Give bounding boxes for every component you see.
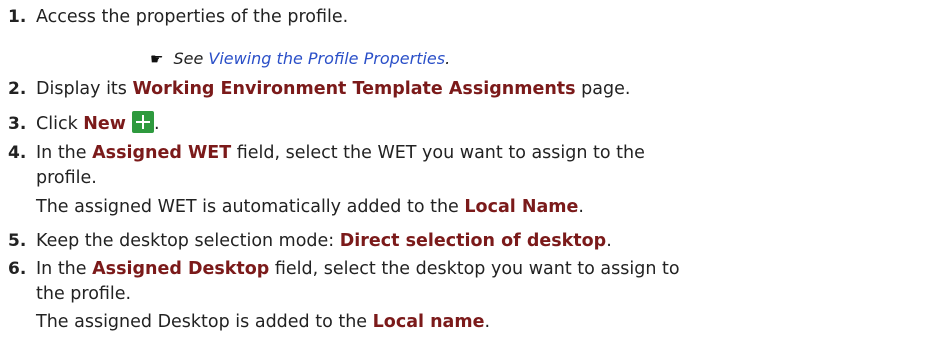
step-number: 1.	[8, 7, 27, 27]
step-number: 2.	[8, 79, 27, 99]
step-text-end: page.	[575, 79, 631, 99]
step-number: 4.	[8, 143, 27, 163]
step-number: 6.	[8, 259, 27, 279]
step-1: 1. Access the properties of the profile.	[8, 4, 348, 31]
see-also-note: ☛ See Viewing the Profile Properties.	[150, 47, 450, 71]
ui-term: Local name	[372, 312, 485, 332]
ui-term: Local Name	[464, 197, 579, 217]
pointing-hand-icon: ☛	[150, 50, 164, 68]
result-text-end: .	[578, 197, 584, 217]
step-6-continuation: the profile.	[36, 284, 132, 304]
see-prefix: See	[173, 49, 209, 68]
step-text: Click	[36, 114, 84, 134]
result-text: The assigned WET is automatically added …	[36, 197, 465, 217]
result-text-end: .	[484, 312, 491, 332]
ui-term: Direct selection of desktop	[339, 231, 607, 251]
see-suffix: .	[445, 49, 451, 68]
step-2: 2. Display its Working Environment Templa…	[8, 76, 630, 103]
step-5: 5. Keep the desktop selection mode: Direc…	[8, 228, 612, 255]
step-number: 5.	[8, 231, 27, 251]
step-text-end: .	[606, 231, 612, 251]
step-6-result: The assigned Desktop is added to the Loc…	[36, 309, 490, 336]
ui-term: Assigned Desktop	[92, 259, 270, 279]
step-text: In the	[36, 143, 93, 163]
document: 1. Access the properties of the profile. …	[0, 0, 940, 360]
step-text-end: field, select the WET you want to assign…	[231, 143, 645, 163]
step-text-end: field, select the desktop you want to as…	[269, 259, 680, 279]
step-4-result: The assigned WET is automatically added …	[36, 194, 584, 221]
ui-term: Assigned WET	[92, 143, 232, 163]
step-text: In the	[36, 259, 93, 279]
step-text: Display its	[36, 79, 133, 99]
step-text: Access the properties of the profile.	[36, 7, 349, 27]
ui-term: Working Environment Template Assignments	[132, 79, 576, 99]
plus-icon[interactable]	[131, 111, 154, 133]
result-text: The assigned Desktop is added to the	[36, 312, 373, 332]
step-text-end: .	[153, 114, 160, 134]
step-4: 4. In the Assigned WET field, select the …	[8, 140, 645, 167]
step-text: Keep the desktop selection mode:	[36, 231, 340, 251]
step-3: 3. Click New.	[8, 111, 160, 138]
step-6: 6. In the Assigned Desktop field, select …	[8, 256, 680, 283]
ui-term-new: New	[83, 114, 126, 134]
viewing-profile-properties-link[interactable]: Viewing the Profile Properties	[208, 49, 445, 68]
step-4-continuation: profile.	[36, 168, 97, 188]
step-number: 3.	[8, 114, 27, 134]
